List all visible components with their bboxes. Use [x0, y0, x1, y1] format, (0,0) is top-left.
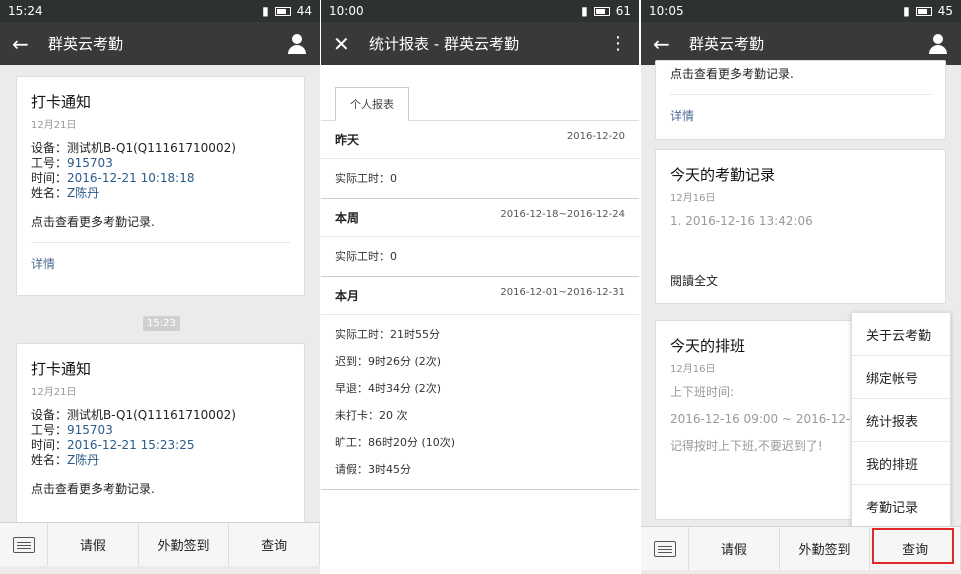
leave-button[interactable]: 请假 — [48, 523, 139, 566]
more-records-text: 点击查看更多考勤记录. — [670, 65, 931, 95]
tab-row: 个人报表 — [321, 65, 639, 121]
status-icons: ▮ 61 — [581, 4, 631, 18]
report-section-yesterday: 昨天 2016-12-20 实际工时：0 — [321, 121, 639, 199]
card-title: 今天的考勤记录 — [670, 166, 776, 184]
status-bar: 10:05 ▮ 45 — [641, 0, 961, 22]
page-title: 群英云考勤 — [689, 35, 765, 53]
status-bar: 15:24 ▮ 44 — [0, 0, 320, 22]
stat-item: 实际工时：0 — [335, 250, 397, 263]
status-time: 10:00 — [329, 4, 364, 18]
status-time: 10:05 — [649, 4, 684, 18]
battery-icon — [274, 6, 291, 16]
menu-item-records[interactable]: 考勤记录 — [852, 485, 950, 528]
section-range: 2016-12-01~2016-12-31 — [500, 287, 625, 298]
section-title: 昨天 — [335, 133, 360, 147]
name-line: 姓名：Z陈丹 — [31, 186, 100, 200]
stat-item: 未打卡：20 次 — [335, 409, 408, 422]
back-icon[interactable]: ← — [653, 32, 681, 56]
signal-icon: ▮ — [262, 4, 269, 18]
time-line: 时间：2016-12-21 10:18:18 — [31, 171, 195, 185]
query-popup-menu: 关于云考勤 绑定帐号 统计报表 我的排班 考勤记录 — [851, 312, 951, 529]
battery-icon — [593, 6, 610, 16]
keyboard-toggle[interactable] — [641, 527, 689, 570]
page-title: 统计报表 - 群英云考勤 — [369, 35, 519, 53]
time-line: 时间：2016-12-21 15:23:25 — [31, 438, 195, 452]
menu-item-bind-account[interactable]: 绑定帐号 — [852, 356, 950, 399]
chat-screen-1: 15:24 ▮ 44 ← 群英云考勤 打卡通知 12月21日 设备：测试机B-Q… — [0, 0, 320, 574]
more-records-text: 点击查看更多考勤记录. — [31, 482, 155, 496]
read-more-link[interactable]: 閱讀全文 — [670, 274, 931, 289]
card-title: 打卡通知 — [31, 360, 92, 378]
page-title: 群英云考勤 — [48, 35, 124, 53]
status-time: 15:24 — [8, 4, 43, 18]
profile-icon[interactable] — [927, 33, 949, 55]
battery-level: 44 — [296, 4, 312, 18]
battery-level: 61 — [615, 4, 631, 18]
status-bar: 10:00 ▮ 61 — [321, 0, 639, 22]
message-card[interactable]: 打卡通知 12月21日 设备：测试机B-Q1(Q11161710002) 工号：… — [16, 343, 305, 533]
field-checkin-button[interactable]: 外勤签到 — [139, 523, 230, 566]
nav-bar: ← 群英云考勤 — [0, 22, 320, 65]
report-screen: 10:00 ▮ 61 ✕ 统计报表 - 群英云考勤 ⋮ 个人报表 昨天 2016-… — [321, 0, 639, 574]
more-icon[interactable]: ⋮ — [609, 33, 627, 54]
nav-bar: ✕ 统计报表 - 群英云考勤 ⋮ — [321, 22, 639, 65]
report-section-month: 本月 2016-12-01~2016-12-31 实际工时：21时55分 迟到：9… — [321, 277, 639, 490]
card-date: 12月21日 — [31, 120, 77, 131]
message-card[interactable]: 点击查看更多考勤记录. 详情 — [655, 60, 946, 140]
menu-item-report[interactable]: 统计报表 — [852, 399, 950, 442]
profile-icon[interactable] — [286, 33, 308, 55]
nav-bar: ← 群英云考勤 — [641, 22, 961, 65]
section-range: 2016-12-18~2016-12-24 — [500, 209, 625, 220]
battery-icon — [915, 6, 932, 16]
more-records-text: 点击查看更多考勤记录. — [31, 213, 290, 243]
highlight-box — [872, 528, 954, 564]
leave-button[interactable]: 请假 — [689, 527, 780, 570]
time-chip: 15:23 — [143, 316, 180, 331]
section-range: 2016-12-20 — [566, 131, 625, 142]
back-icon[interactable]: ← — [12, 32, 40, 56]
menu-item-about[interactable]: 关于云考勤 — [852, 313, 950, 356]
device-line: 设备：测试机B-Q1(Q11161710002) — [31, 408, 236, 422]
section-title: 本月 — [335, 289, 360, 303]
status-icons: ▮ 45 — [903, 4, 953, 18]
stat-item: 旷工：86时20分 (10次) — [335, 436, 456, 449]
status-icons: ▮ 44 — [262, 4, 312, 18]
close-icon[interactable]: ✕ — [333, 32, 361, 56]
signal-icon: ▮ — [581, 4, 588, 18]
query-button[interactable]: 查询 — [229, 523, 320, 566]
message-card[interactable]: 打卡通知 12月21日 设备：测试机B-Q1(Q11161710002) 工号：… — [16, 76, 305, 296]
name-line: 姓名：Z陈丹 — [31, 453, 100, 467]
detail-link[interactable]: 详情 — [31, 255, 290, 272]
stat-item: 早退：4时34分 (2次) — [335, 382, 442, 395]
id-line: 工号：915703 — [31, 423, 113, 437]
attendance-record-card[interactable]: 今天的考勤记录 12月16日 1. 2016-12-16 13:42:06 閱讀… — [655, 149, 946, 304]
id-line: 工号：915703 — [31, 156, 113, 170]
stat-item: 实际工时：0 — [335, 172, 397, 185]
card-date: 12月16日 — [670, 193, 716, 204]
detail-link[interactable]: 详情 — [670, 107, 931, 124]
chat-screen-3: 10:05 ▮ 45 ← 群英云考勤 点击查看更多考勤记录. 详情 今天的考勤记… — [641, 0, 961, 574]
section-title: 本周 — [335, 211, 360, 225]
keyboard-icon — [653, 540, 676, 557]
record-line: 1. 2016-12-16 13:42:06 — [670, 214, 813, 228]
stat-item: 实际工时：21时55分 — [335, 328, 440, 341]
battery-level: 45 — [937, 4, 953, 18]
card-title: 打卡通知 — [31, 93, 92, 111]
keyboard-toggle[interactable] — [0, 523, 48, 566]
bottom-menu: 请假 外勤签到 查询 — [0, 522, 320, 566]
tab-personal-report[interactable]: 个人报表 — [335, 87, 409, 121]
device-line: 设备：测试机B-Q1(Q11161710002) — [31, 141, 236, 155]
field-checkin-button[interactable]: 外勤签到 — [780, 527, 871, 570]
keyboard-icon — [12, 536, 35, 553]
stat-item: 请假：3时45分 — [335, 463, 411, 476]
signal-icon: ▮ — [903, 4, 910, 18]
report-section-week: 本周 2016-12-18~2016-12-24 实际工时：0 — [321, 199, 639, 277]
stat-item: 迟到：9时26分 (2次) — [335, 355, 442, 368]
menu-item-schedule[interactable]: 我的排班 — [852, 442, 950, 485]
card-date: 12月21日 — [31, 387, 77, 398]
